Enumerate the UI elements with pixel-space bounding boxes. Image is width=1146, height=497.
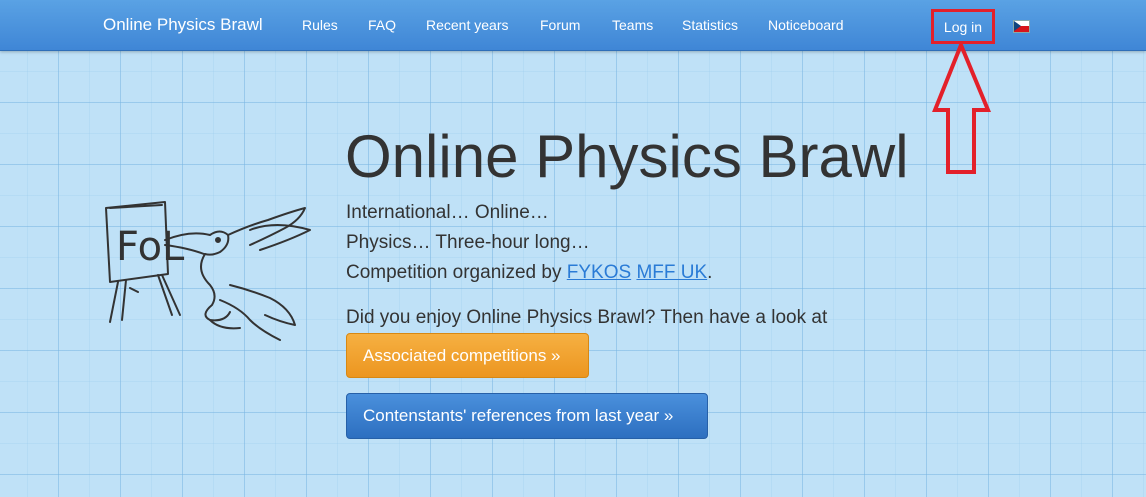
contestants-references-button[interactable]: Contenstants' references from last year … <box>346 393 708 439</box>
nav-faq[interactable]: FAQ <box>368 17 396 33</box>
czech-flag-icon[interactable] <box>1013 20 1030 33</box>
tagline-line-2: Physics… Three-hour long… <box>346 232 590 253</box>
nav-teams[interactable]: Teams <box>612 17 653 33</box>
tagline-line-3: Competition organized by FYKOS MFF UK. <box>346 262 712 284</box>
fol-mascot-illustration: FoL <box>105 201 311 341</box>
associated-competitions-button[interactable]: Associated competitions » <box>346 333 589 378</box>
nav-statistics[interactable]: Statistics <box>682 17 738 33</box>
mff-uk-link[interactable]: MFF UK <box>636 262 707 283</box>
organized-by-text: Competition organized by <box>346 262 567 283</box>
nav-forum[interactable]: Forum <box>540 17 580 33</box>
mascot-sign-text: FoL <box>116 224 185 270</box>
nav-rules[interactable]: Rules <box>302 17 338 33</box>
fykos-link[interactable]: FYKOS <box>567 262 631 283</box>
up-arrow-icon <box>932 42 991 174</box>
page-title: Online Physics Brawl <box>345 123 909 190</box>
tagline-line-1: International… Online… <box>346 202 549 223</box>
brand-link[interactable]: Online Physics Brawl <box>103 15 263 35</box>
login-button[interactable]: Log in <box>931 9 995 44</box>
nav-noticeboard[interactable]: Noticeboard <box>768 17 844 33</box>
period-text: . <box>707 262 713 283</box>
nav-recent-years[interactable]: Recent years <box>426 17 508 33</box>
enjoy-prompt: Did you enjoy Online Physics Brawl? Then… <box>346 307 828 328</box>
